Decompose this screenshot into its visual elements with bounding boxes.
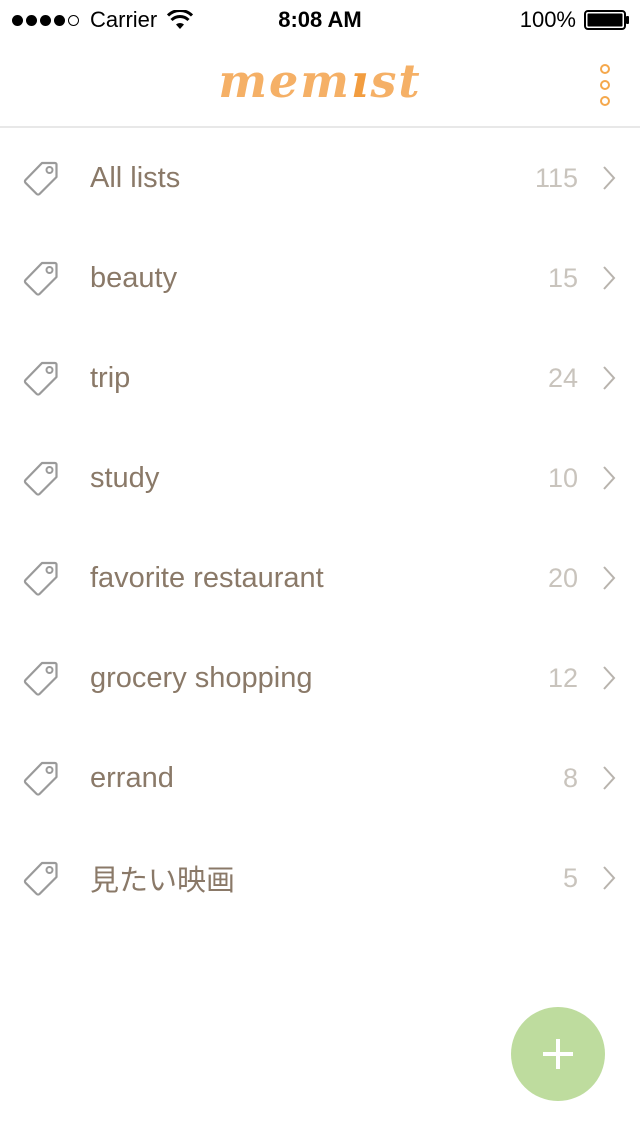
chevron-right-icon <box>603 766 616 790</box>
more-vertical-icon-dot <box>600 96 610 106</box>
list-item-count: 10 <box>547 462 578 493</box>
chevron-right-icon <box>603 166 616 190</box>
tag-icon <box>23 161 58 196</box>
nav-bar: memıst <box>0 40 640 128</box>
chevron-right-icon <box>603 466 616 490</box>
list-item-label: All lists <box>90 161 181 194</box>
more-vertical-icon-dot <box>600 80 610 90</box>
logo-part-2: ı <box>350 54 371 108</box>
battery-icon <box>584 10 629 30</box>
tag-icon <box>23 661 58 696</box>
list-item-label: beauty <box>90 261 178 294</box>
tag-icon <box>23 861 58 896</box>
logo-part-3: st <box>370 54 422 108</box>
tag-icon <box>23 261 58 296</box>
list-item-label: grocery shopping <box>90 661 313 694</box>
tag-icon <box>23 761 58 796</box>
list-item-count: 5 <box>562 862 578 893</box>
list-item-label: trip <box>90 361 131 394</box>
list-item-count: 20 <box>547 562 578 593</box>
list-item-label: favorite restaurant <box>90 561 324 594</box>
list-item-count: 15 <box>547 262 578 293</box>
chevron-right-icon <box>603 666 616 690</box>
tag-icon <box>23 461 58 496</box>
plus-icon <box>543 1039 573 1069</box>
list-item-count: 12 <box>547 662 578 693</box>
list-item-count: 24 <box>547 362 578 393</box>
list-item[interactable]: 見たい映画 5 <box>0 828 640 928</box>
list-item-label: errand <box>90 761 174 794</box>
list-item-label: study <box>90 461 160 494</box>
logo-part-1: mem <box>218 54 351 108</box>
chevron-right-icon <box>603 866 616 890</box>
status-bar: Carrier 8:08 AM 100% <box>0 0 640 40</box>
list-item-count: 8 <box>562 762 578 793</box>
more-menu-button[interactable] <box>590 64 620 106</box>
status-right: 100% <box>520 7 630 33</box>
list-item[interactable]: grocery shopping 12 <box>0 628 640 728</box>
app-logo: memıst <box>0 54 640 108</box>
add-list-button[interactable] <box>511 1007 605 1101</box>
list-item-label: 見たい映画 <box>90 865 236 897</box>
more-vertical-icon <box>600 64 610 74</box>
list-item[interactable]: errand 8 <box>0 728 640 828</box>
tag-icon <box>23 561 58 596</box>
chevron-right-icon <box>603 366 616 390</box>
list-item[interactable]: beauty 15 <box>0 228 640 328</box>
chevron-right-icon <box>603 566 616 590</box>
tag-icon <box>23 361 58 396</box>
list-item-count: 115 <box>534 162 578 193</box>
chevron-right-icon <box>603 266 616 290</box>
list-item[interactable]: All lists 115 <box>0 128 640 228</box>
list-item[interactable]: trip 24 <box>0 328 640 428</box>
tag-list: All lists 115 beauty 15 trip 24 study 10 favorit… <box>0 128 640 928</box>
screen: Carrier 8:08 AM 100% memıst All lists 11… <box>0 0 640 1136</box>
battery-percent: 100% <box>519 7 576 32</box>
list-item[interactable]: study 10 <box>0 428 640 528</box>
list-item[interactable]: favorite restaurant 20 <box>0 528 640 628</box>
